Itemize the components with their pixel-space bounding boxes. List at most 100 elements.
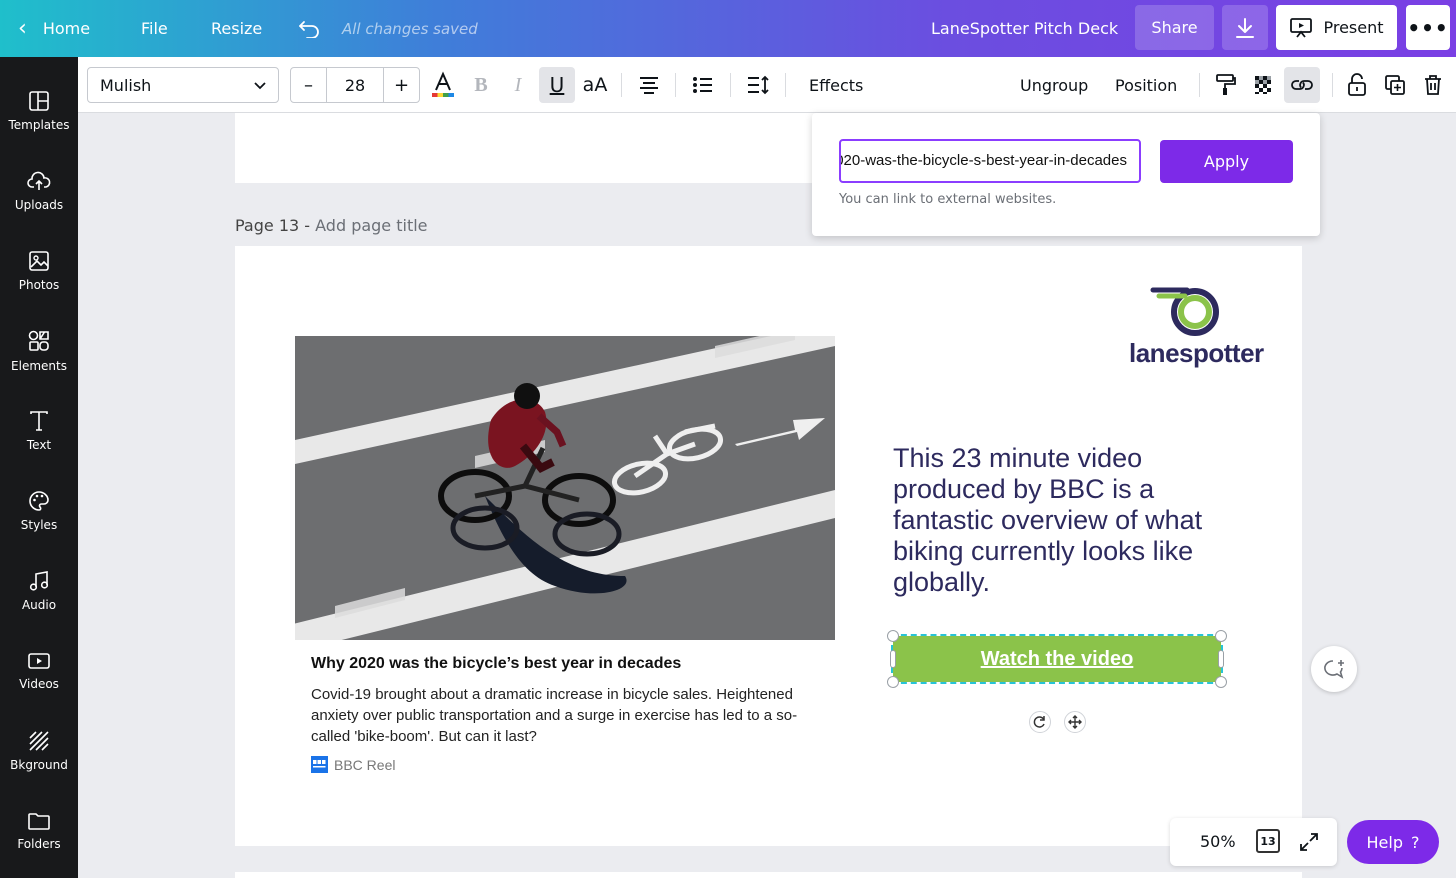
- add-page-title-placeholder[interactable]: Add page title: [315, 216, 427, 235]
- spacing-button[interactable]: [740, 67, 776, 103]
- sidebar-item-label: Audio: [21, 598, 57, 612]
- help-button[interactable]: Help ?: [1347, 820, 1439, 864]
- delete-button[interactable]: [1415, 67, 1451, 103]
- decrease-font-size-button[interactable]: –: [291, 68, 326, 102]
- link-popover: https://www.bbc.com/reel/video/p08xcgds/…: [812, 113, 1320, 236]
- video-description-text[interactable]: This 23 minute video produced by BBC is …: [893, 443, 1243, 598]
- move-button[interactable]: [1064, 711, 1086, 733]
- undo-icon: [299, 20, 319, 38]
- zoom-controls: 50% 13: [1170, 818, 1337, 866]
- bbc-reel-logo-icon: [311, 756, 328, 773]
- lock-button[interactable]: [1339, 67, 1375, 103]
- lock-icon: [1348, 73, 1366, 96]
- sidebar-item-templates[interactable]: Templates: [0, 74, 78, 148]
- text-color-button[interactable]: [425, 67, 461, 103]
- fullscreen-icon[interactable]: [1298, 831, 1320, 853]
- audio-icon: [29, 571, 49, 591]
- sidebar-item-label: Photos: [18, 278, 60, 292]
- effects-button[interactable]: Effects: [809, 67, 863, 103]
- cyclist-photo[interactable]: [295, 336, 835, 640]
- resize-handle-top-right[interactable]: [1215, 630, 1227, 642]
- link-button[interactable]: [1284, 67, 1320, 103]
- increase-font-size-button[interactable]: +: [384, 68, 419, 102]
- file-menu[interactable]: File: [141, 0, 168, 57]
- font-size-input[interactable]: 28: [326, 68, 384, 102]
- article-description[interactable]: Covid-19 brought about a dramatic increa…: [311, 684, 816, 747]
- sidebar-item-audio[interactable]: Audio: [0, 554, 78, 628]
- resize-handle-bottom-right[interactable]: [1215, 676, 1227, 688]
- help-icon: ?: [1410, 832, 1420, 852]
- sidebar-item-videos[interactable]: Videos: [0, 634, 78, 708]
- font-size-stepper: – 28 +: [290, 67, 420, 103]
- resize-handle-top-left[interactable]: [887, 630, 899, 642]
- resize-handle-left[interactable]: [890, 650, 896, 668]
- article-source-label: BBC Reel: [334, 756, 396, 773]
- folders-icon: [28, 813, 50, 830]
- alignment-button[interactable]: [631, 67, 667, 103]
- sidebar-item-styles[interactable]: Styles: [0, 474, 78, 548]
- bold-button[interactable]: B: [463, 67, 499, 103]
- document-title[interactable]: LaneSpotter Pitch Deck: [931, 0, 1118, 57]
- sidebar-item-folders[interactable]: Folders: [0, 794, 78, 868]
- top-bar: ‹ Home File Resize All changes saved Lan…: [0, 0, 1456, 57]
- present-button[interactable]: Present: [1276, 5, 1397, 50]
- link-url-input[interactable]: https://www.bbc.com/reel/video/p08xcgds/…: [839, 139, 1141, 183]
- toolbar-divider: [675, 73, 676, 97]
- resize-button[interactable]: Resize: [211, 0, 262, 57]
- format-toolbar: Mulish – 28 + B I U aA Effects Ungroup P…: [78, 57, 1456, 113]
- home-button[interactable]: ‹ Home: [18, 0, 90, 57]
- letter-case-button[interactable]: aA: [577, 67, 613, 103]
- transparency-icon: [1255, 76, 1271, 94]
- share-button[interactable]: Share: [1135, 5, 1214, 50]
- add-comment-button[interactable]: [1311, 646, 1357, 692]
- align-center-icon: [640, 77, 658, 94]
- more-options-button[interactable]: •••: [1406, 5, 1450, 50]
- lanespotter-wordmark: lanespotter: [1129, 338, 1264, 368]
- sidebar-item-label: Folders: [17, 837, 61, 851]
- toolbar-divider: [785, 73, 786, 97]
- download-icon: [1236, 17, 1254, 38]
- ungroup-button[interactable]: Ungroup: [1020, 67, 1088, 103]
- page-title[interactable]: Page 13 - Add page title: [235, 216, 428, 235]
- sidebar-item-label: Videos: [19, 677, 59, 691]
- sidebar-item-text[interactable]: Text: [0, 394, 78, 468]
- sidebar-item-elements[interactable]: Elements: [0, 314, 78, 388]
- sidebar-item-uploads[interactable]: Uploads: [0, 154, 78, 228]
- next-page[interactable]: [235, 872, 1302, 878]
- toolbar-divider: [730, 73, 731, 97]
- chevron-left-icon: ‹: [18, 15, 27, 41]
- lanespotter-mark-icon: [1150, 287, 1219, 336]
- download-button[interactable]: [1222, 5, 1268, 50]
- lanespotter-logo[interactable]: lanespotter: [1129, 282, 1269, 374]
- font-family-dropdown[interactable]: Mulish: [87, 67, 279, 103]
- resize-handle-right[interactable]: [1218, 650, 1224, 668]
- underline-button[interactable]: U: [539, 67, 575, 103]
- article-source[interactable]: BBC Reel: [311, 756, 395, 773]
- link-hint-text: You can link to external websites.: [839, 192, 1057, 207]
- sidebar-item-label: Styles: [20, 518, 58, 532]
- apply-link-button[interactable]: Apply: [1160, 140, 1293, 183]
- present-icon: [1290, 17, 1313, 38]
- list-button[interactable]: [685, 67, 721, 103]
- photos-icon: [29, 251, 49, 271]
- page-grid-button[interactable]: 13: [1256, 829, 1280, 853]
- templates-icon: [29, 91, 49, 111]
- duplicate-button[interactable]: [1377, 67, 1413, 103]
- bold-icon: B: [474, 73, 488, 96]
- copy-style-button[interactable]: [1208, 67, 1244, 103]
- zoom-level[interactable]: 50%: [1200, 832, 1236, 851]
- watch-video-link-box[interactable]: Watch the video: [891, 634, 1223, 684]
- resize-handle-bottom-left[interactable]: [887, 676, 899, 688]
- italic-button[interactable]: I: [500, 67, 536, 103]
- sidebar-item-photos[interactable]: Photos: [0, 234, 78, 308]
- article-title[interactable]: Why 2020 was the bicycle’s best year in …: [311, 655, 681, 673]
- move-icon: [1068, 715, 1082, 729]
- rotate-button[interactable]: [1029, 711, 1051, 733]
- undo-button[interactable]: [296, 0, 322, 57]
- position-button[interactable]: Position: [1115, 67, 1177, 103]
- page-13[interactable]: Why 2020 was the bicycle’s best year in …: [235, 246, 1302, 846]
- watch-video-link[interactable]: Watch the video: [981, 648, 1134, 671]
- sidebar-item-background[interactable]: Bkground: [0, 714, 78, 788]
- styles-icon: [29, 491, 49, 511]
- transparency-button[interactable]: [1246, 67, 1282, 103]
